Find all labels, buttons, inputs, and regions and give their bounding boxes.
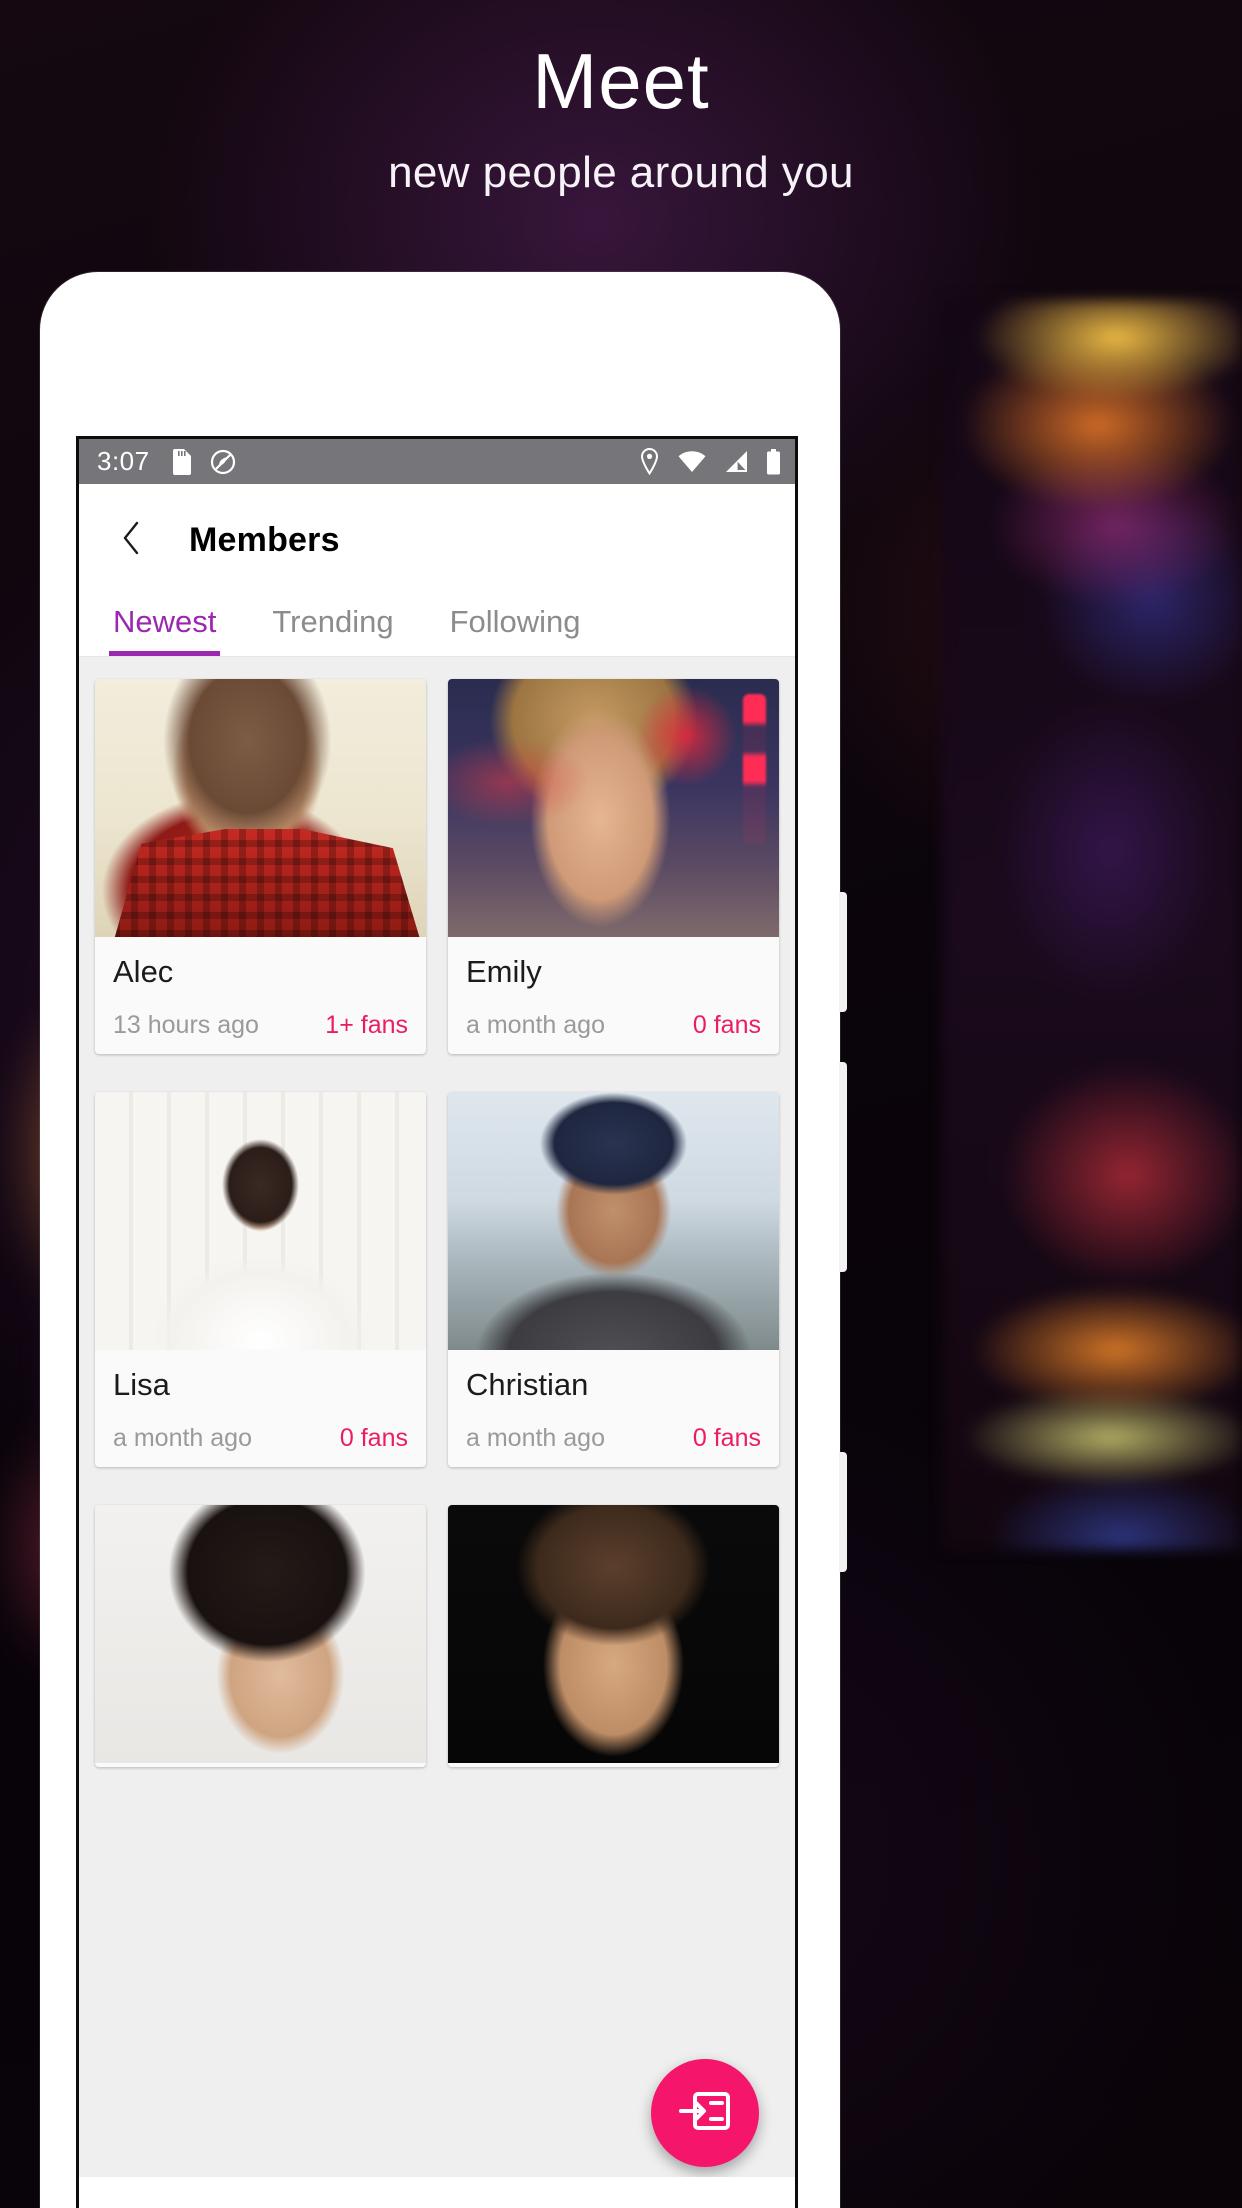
status-bar-clock: 3:07 xyxy=(97,446,150,476)
login-fab-button[interactable] xyxy=(651,2059,759,2167)
do-not-disturb-icon xyxy=(210,449,236,475)
member-photo[interactable] xyxy=(95,1505,426,1764)
hero-text-block: Meet new people around you xyxy=(0,37,1242,198)
phone-button-volume[interactable] xyxy=(839,1062,847,1272)
wifi-icon xyxy=(677,450,707,473)
member-timestamp: a month ago xyxy=(113,1424,252,1453)
member-card[interactable] xyxy=(448,1505,779,1768)
phone-screen: 3:07 Members Newest Trending Following A… xyxy=(76,436,798,2208)
member-card-body: Lisa a month ago 0 fans xyxy=(95,1350,426,1463)
member-photo[interactable] xyxy=(448,679,779,937)
member-card[interactable]: Emily a month ago 0 fans xyxy=(448,679,779,1055)
member-card[interactable]: Lisa a month ago 0 fans xyxy=(95,1092,426,1468)
member-avatar-image xyxy=(95,1092,426,1351)
member-name: Emily xyxy=(466,954,542,989)
member-name: Lisa xyxy=(113,1367,170,1403)
member-meta: a month ago 0 fans xyxy=(466,1011,761,1040)
member-meta: 13 hours ago 1+ fans xyxy=(113,1011,408,1040)
member-card[interactable]: Christian a month ago 0 fans xyxy=(448,1092,779,1468)
location-pin-icon xyxy=(639,448,660,475)
member-photo[interactable] xyxy=(95,1092,426,1351)
member-card-body: Emily a month ago 0 fans xyxy=(448,937,779,1050)
member-timestamp: a month ago xyxy=(466,1011,605,1040)
member-name: Alec xyxy=(113,954,174,989)
member-avatar-image xyxy=(95,1505,426,1764)
tab-following[interactable]: Following xyxy=(450,596,581,656)
member-fans-count: 0 fans xyxy=(692,1424,761,1453)
chevron-left-icon xyxy=(121,520,143,561)
member-timestamp: 13 hours ago xyxy=(113,1011,259,1040)
status-bar-left-icons xyxy=(172,448,236,475)
promo-screenshot: Meet new people around you 3:07 Members … xyxy=(0,0,1242,2208)
background-bokeh-right xyxy=(942,300,1242,1550)
members-list[interactable]: Alec 13 hours ago 1+ fans Emily a month … xyxy=(79,657,795,2177)
tab-bar: Newest Trending Following xyxy=(79,596,795,657)
login-icon xyxy=(679,2088,731,2139)
member-card[interactable]: Alec 13 hours ago 1+ fans xyxy=(95,679,426,1055)
member-avatar-image xyxy=(95,679,426,937)
member-card[interactable] xyxy=(95,1505,426,1768)
page-title: Members xyxy=(189,520,340,559)
phone-button-power[interactable] xyxy=(839,1452,847,1572)
signal-icon xyxy=(724,450,749,473)
member-fans-count: 1+ fans xyxy=(325,1011,408,1040)
back-button[interactable] xyxy=(109,517,155,563)
member-fans-count: 0 fans xyxy=(339,1424,408,1453)
member-avatar-image xyxy=(448,1092,779,1351)
phone-device-frame: 3:07 Members Newest Trending Following A… xyxy=(40,272,847,2208)
hero-subtitle: new people around you xyxy=(388,147,854,197)
hero-title: Meet xyxy=(532,37,710,125)
member-card-body: Christian a month ago 0 fans xyxy=(448,1350,779,1463)
status-bar: 3:07 xyxy=(79,439,795,484)
tab-trending[interactable]: Trending xyxy=(272,596,393,656)
member-name: Christian xyxy=(466,1367,589,1403)
tab-newest[interactable]: Newest xyxy=(108,596,221,656)
member-photo[interactable] xyxy=(448,1505,779,1764)
members-grid: Alec 13 hours ago 1+ fans Emily a month … xyxy=(95,679,779,1768)
member-photo[interactable] xyxy=(95,679,426,937)
battery-icon xyxy=(766,448,781,475)
app-bar: Members xyxy=(79,484,795,596)
phone-button-mute[interactable] xyxy=(839,892,847,1012)
status-bar-right-icons xyxy=(639,448,781,475)
member-photo[interactable] xyxy=(448,1092,779,1351)
member-card-body: Alec 13 hours ago 1+ fans xyxy=(95,937,426,1050)
member-timestamp: a month ago xyxy=(466,1424,605,1453)
member-avatar-image xyxy=(448,679,779,937)
member-meta: a month ago 0 fans xyxy=(466,1424,761,1453)
member-avatar-image xyxy=(448,1505,779,1764)
member-meta: a month ago 0 fans xyxy=(113,1424,408,1453)
sd-card-icon xyxy=(172,448,192,475)
member-fans-count: 0 fans xyxy=(692,1011,761,1040)
